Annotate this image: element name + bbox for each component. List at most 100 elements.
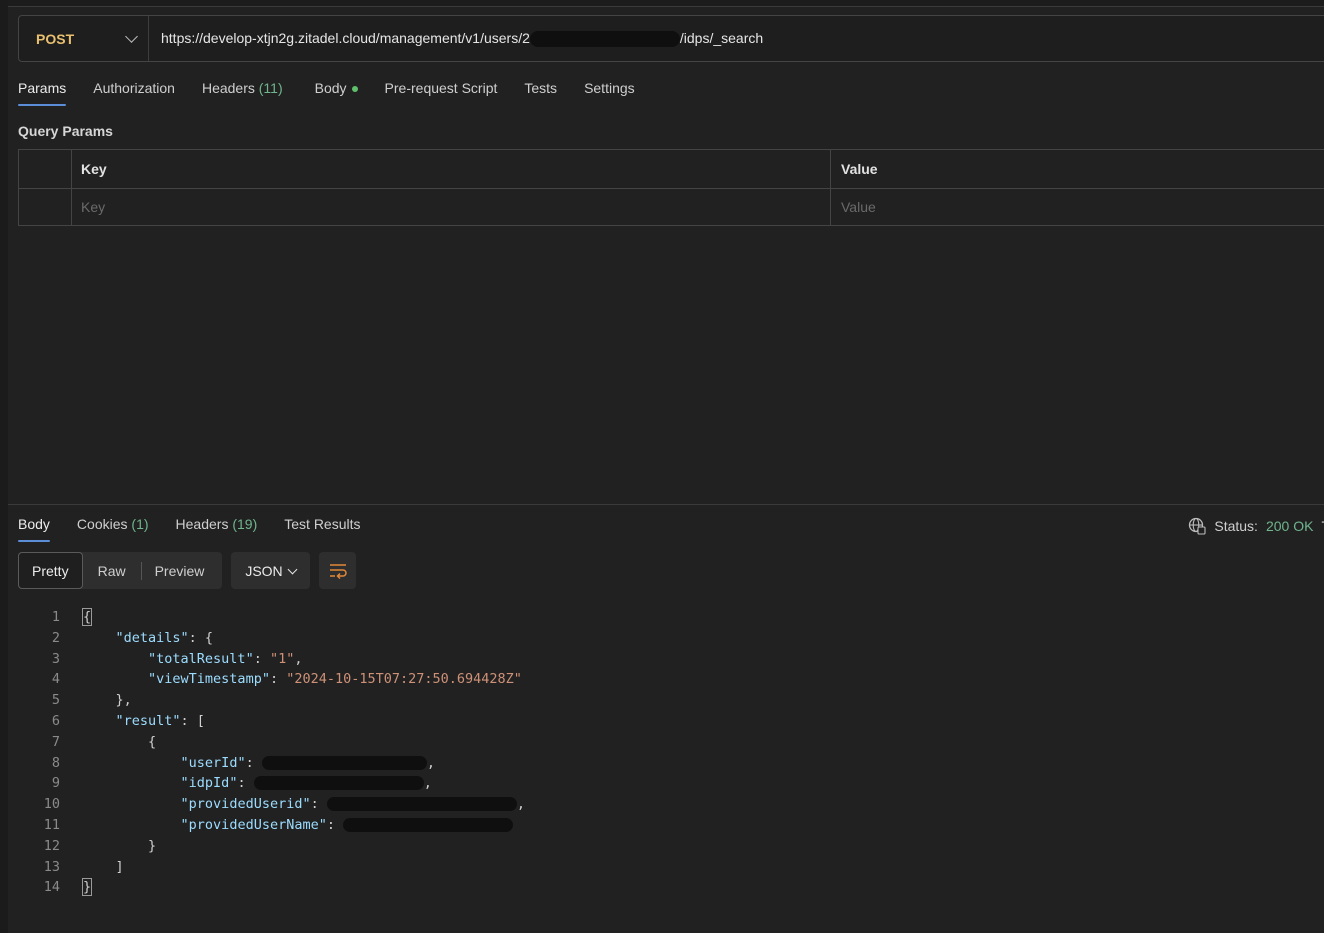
line-number: 5 bbox=[51, 692, 60, 709]
preview-button[interactable]: Preview bbox=[142, 552, 218, 589]
line-number: 2 bbox=[51, 629, 60, 646]
key-column-header: Key bbox=[71, 150, 831, 188]
code-text: : { bbox=[188, 629, 214, 646]
tab-cookies[interactable]: Cookies (1) bbox=[77, 516, 149, 542]
tab-label: Tests bbox=[524, 80, 558, 96]
line-number: 13 bbox=[43, 858, 60, 875]
code-text: { bbox=[81, 608, 93, 626]
response-headers-count: (19) bbox=[232, 516, 258, 532]
status-value[interactable]: 200 OK bbox=[1266, 518, 1313, 534]
tab-label: Body bbox=[314, 80, 347, 96]
code-line: 11 "providedUserName": bbox=[18, 815, 525, 836]
code-text: , bbox=[423, 775, 432, 792]
tab-label: Headers bbox=[201, 80, 255, 96]
line-number: 11 bbox=[43, 816, 60, 833]
table-header-row: Key Value bbox=[19, 150, 1324, 189]
code-line: 2 "details": { bbox=[18, 628, 525, 649]
tab-response-headers[interactable]: Headers (19) bbox=[176, 516, 258, 542]
redacted-value bbox=[253, 776, 424, 791]
json-key: "totalResult" bbox=[148, 650, 254, 667]
tab-settings[interactable]: Settings bbox=[584, 80, 635, 106]
pretty-button[interactable]: Pretty bbox=[18, 552, 83, 589]
tab-label: Settings bbox=[584, 80, 635, 96]
code-line: 12 } bbox=[18, 836, 525, 857]
code-text: ] bbox=[115, 858, 124, 875]
code-text: : bbox=[310, 796, 327, 813]
format-select[interactable]: JSON bbox=[231, 552, 310, 589]
redacted-value bbox=[326, 797, 517, 812]
json-key: "providedUserName" bbox=[180, 816, 327, 833]
code-text: { bbox=[148, 733, 157, 750]
line-number: 14 bbox=[43, 879, 60, 896]
body-indicator-dot bbox=[351, 86, 358, 93]
pane-divider[interactable] bbox=[8, 504, 1324, 505]
url-input[interactable]: https://develop-xtjn2g.zitadel.cloud/man… bbox=[149, 29, 764, 48]
response-tabs: Body Cookies (1) Headers (19) Test Resul… bbox=[18, 516, 388, 542]
code-text: : bbox=[253, 650, 270, 667]
tab-pre-request-script[interactable]: Pre-request Script bbox=[385, 80, 498, 106]
code-line: 6 "result": [ bbox=[18, 711, 525, 732]
json-key: "userId" bbox=[180, 754, 246, 771]
value-column-header: Value bbox=[831, 150, 1324, 188]
cookies-count: (1) bbox=[131, 516, 149, 532]
code-line: 9 "idpId": , bbox=[18, 773, 525, 794]
line-number: 12 bbox=[43, 837, 60, 854]
left-edge bbox=[0, 0, 8, 933]
format-label: JSON bbox=[245, 562, 283, 579]
tab-body[interactable]: Body bbox=[315, 80, 358, 106]
tab-label: Headers bbox=[175, 516, 229, 532]
redacted-value bbox=[261, 755, 427, 770]
code-text: : bbox=[237, 775, 254, 792]
tab-test-results[interactable]: Test Results bbox=[284, 516, 360, 542]
code-text: : [ bbox=[180, 712, 205, 729]
code-text: , bbox=[516, 796, 525, 813]
wrap-lines-button[interactable] bbox=[319, 552, 356, 589]
json-string: "2024-10-15T07:27:50.694428Z" bbox=[286, 671, 522, 688]
line-number: 7 bbox=[51, 733, 60, 750]
tab-label: Params bbox=[18, 80, 67, 96]
key-placeholder: Key bbox=[81, 199, 106, 215]
method-select[interactable]: POST bbox=[19, 16, 149, 61]
query-params-table: Key Value Key Value bbox=[18, 149, 1324, 226]
globe-icon[interactable] bbox=[1188, 517, 1206, 535]
json-key: "providedUserid" bbox=[180, 796, 311, 813]
param-value-input[interactable]: Value bbox=[831, 188, 1324, 226]
query-params-title: Query Params bbox=[18, 123, 113, 139]
tab-params[interactable]: Params bbox=[18, 80, 67, 106]
line-number: 8 bbox=[51, 754, 60, 771]
url-suffix: /idps/_search bbox=[679, 29, 764, 46]
line-number: 6 bbox=[51, 712, 60, 729]
code-line: 5 }, bbox=[18, 690, 525, 711]
response-body-editor[interactable]: 1{ 2 "details": { 3 "totalResult": "1", … bbox=[18, 607, 525, 898]
tab-label: Pre-request Script bbox=[384, 80, 498, 96]
code-text: }, bbox=[115, 692, 132, 709]
raw-button[interactable]: Raw bbox=[83, 552, 141, 589]
code-line: 1{ bbox=[18, 607, 525, 628]
redacted-value bbox=[343, 817, 514, 832]
tab-headers[interactable]: Headers (11) bbox=[202, 80, 283, 106]
key-header-label: Key bbox=[81, 161, 107, 177]
tab-tests[interactable]: Tests bbox=[524, 80, 557, 106]
wrap-lines-icon bbox=[329, 563, 347, 579]
table-row: Key Value bbox=[19, 188, 1324, 226]
top-strip bbox=[8, 0, 1324, 7]
code-line: 7 { bbox=[18, 732, 525, 753]
tab-response-body[interactable]: Body bbox=[18, 516, 50, 542]
code-line: 10 "providedUserid": , bbox=[18, 794, 525, 815]
code-text: } bbox=[81, 878, 93, 897]
tab-authorization[interactable]: Authorization bbox=[93, 80, 175, 106]
code-line: 14} bbox=[18, 877, 525, 898]
line-number: 1 bbox=[51, 609, 60, 625]
line-number: 9 bbox=[51, 775, 60, 792]
code-text: : bbox=[269, 671, 287, 688]
redacted-segment bbox=[529, 31, 680, 48]
json-string: "1" bbox=[269, 650, 295, 667]
param-key-input[interactable]: Key bbox=[71, 188, 831, 226]
request-tabs: Params Authorization Headers (11) Body P… bbox=[18, 80, 662, 106]
value-placeholder: Value bbox=[841, 199, 876, 215]
json-key: "result" bbox=[115, 712, 181, 729]
json-key: "details" bbox=[115, 629, 189, 646]
tab-label: Test Results bbox=[284, 516, 361, 532]
line-number: 3 bbox=[51, 650, 60, 667]
row-checkbox-cell[interactable] bbox=[19, 188, 72, 226]
